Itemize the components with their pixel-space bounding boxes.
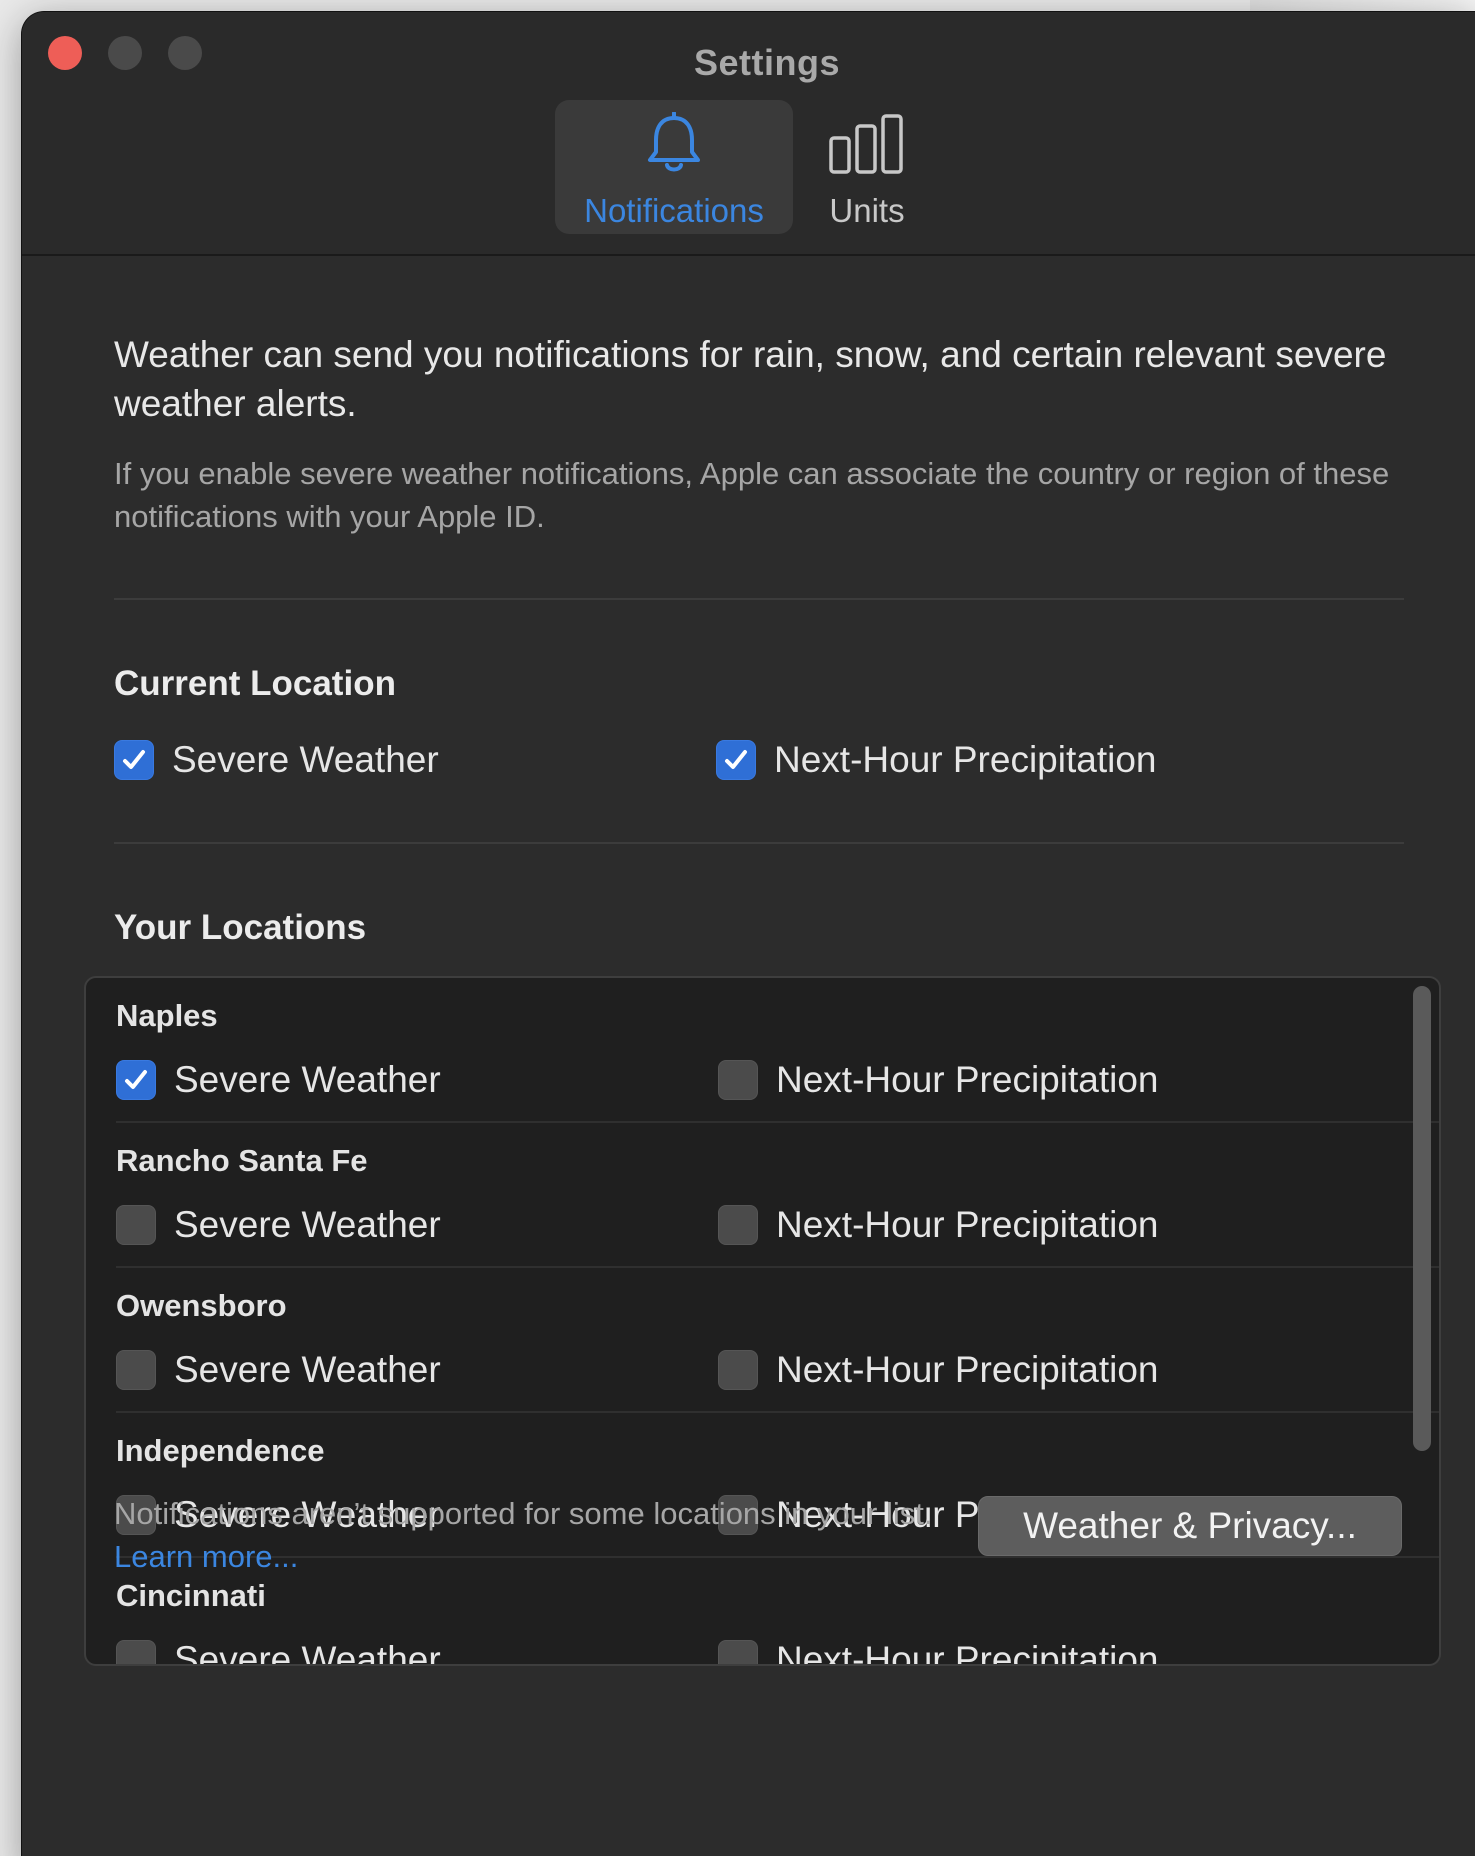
location-name: Naples <box>116 998 218 1033</box>
settings-window: Settings Notifications Units Weather can… <box>22 12 1475 1856</box>
checkbox-label: Next-Hour Precipitation <box>774 739 1157 780</box>
checkmark-icon <box>125 1070 147 1089</box>
intro-subtext: If you enable severe weather notificatio… <box>114 456 1390 534</box>
your-locations-title: Your Locations <box>114 908 367 947</box>
window-title: Settings <box>693 42 840 83</box>
list-item: Owensboro Severe Weather Next-Hour Preci… <box>86 1268 1439 1413</box>
footer-note: Notifications aren’t supported for some … <box>114 1492 934 1578</box>
learn-more-link[interactable]: Learn more... <box>114 1539 298 1574</box>
checkbox-box[interactable] <box>718 1640 758 1664</box>
checkbox-label: Severe Weather <box>174 1204 441 1245</box>
current-location-title: Current Location <box>114 664 396 703</box>
footer-text: Notifications aren’t supported for some … <box>114 1496 933 1531</box>
checkbox-box[interactable] <box>114 740 154 780</box>
tab-notifications[interactable]: Notifications <box>555 100 793 234</box>
precipitation-checkbox[interactable]: Next-Hour Precipitation <box>718 1348 1158 1392</box>
checkbox-box[interactable] <box>718 1350 758 1390</box>
divider <box>114 598 1404 600</box>
severe-weather-checkbox[interactable]: Severe Weather <box>116 1058 441 1102</box>
current-precipitation-checkbox[interactable]: Next-Hour Precipitation <box>716 738 1156 782</box>
checkbox-label: Severe Weather <box>172 739 439 780</box>
tab-units-label: Units <box>829 192 905 229</box>
location-name: Independence <box>116 1433 325 1468</box>
checkbox-box[interactable] <box>116 1060 156 1100</box>
checkbox-box[interactable] <box>116 1350 156 1390</box>
divider <box>114 842 1404 844</box>
checkbox-label: Severe Weather <box>174 1349 441 1390</box>
list-scrollbar[interactable] <box>1413 986 1431 1451</box>
severe-weather-checkbox[interactable]: Severe Weather <box>116 1638 441 1666</box>
checkbox-box[interactable] <box>116 1205 156 1245</box>
precipitation-checkbox[interactable]: Next-Hour Precipitation <box>718 1058 1158 1102</box>
current-severe-weather-checkbox[interactable]: Severe Weather <box>114 738 439 782</box>
checkbox-box[interactable] <box>718 1205 758 1245</box>
checkmark-icon <box>725 750 747 769</box>
units-bars-icon <box>827 112 907 181</box>
location-name: Rancho Santa Fe <box>116 1143 368 1178</box>
severe-weather-checkbox[interactable]: Severe Weather <box>116 1203 441 1247</box>
bell-icon <box>644 111 704 181</box>
severe-weather-checkbox[interactable]: Severe Weather <box>116 1348 441 1392</box>
title-bar: Settings Notifications Units <box>22 12 1475 256</box>
list-item: Naples Severe Weather Next-Hour Precipit… <box>86 978 1439 1123</box>
checkbox-label: Next-Hour Precipitation <box>776 1204 1159 1245</box>
checkbox-box[interactable] <box>716 740 756 780</box>
checkmark-icon <box>123 750 145 769</box>
intro-text: Weather can send you notifications for r… <box>114 334 1387 424</box>
location-name: Cincinnati <box>116 1578 266 1613</box>
precipitation-checkbox[interactable]: Next-Hour Precipitation <box>718 1203 1158 1247</box>
checkbox-label: Next-Hour Precipitation <box>776 1349 1159 1390</box>
checkbox-box[interactable] <box>116 1640 156 1664</box>
checkbox-label: Next-Hour Precipitation <box>776 1639 1159 1666</box>
tab-units[interactable]: Units <box>812 100 922 234</box>
checkbox-label: Severe Weather <box>174 1639 441 1666</box>
precipitation-checkbox[interactable]: Next-Hour Precipitation <box>718 1638 1159 1666</box>
weather-privacy-button[interactable]: Weather & Privacy... <box>978 1496 1402 1556</box>
location-name: Owensboro <box>116 1288 287 1323</box>
list-item: Rancho Santa Fe Severe Weather Next-Hour… <box>86 1123 1439 1268</box>
checkbox-box[interactable] <box>718 1060 758 1100</box>
checkbox-label: Severe Weather <box>174 1059 441 1100</box>
tab-notifications-label: Notifications <box>584 192 764 229</box>
checkbox-label: Next-Hour Precipitation <box>776 1059 1159 1100</box>
